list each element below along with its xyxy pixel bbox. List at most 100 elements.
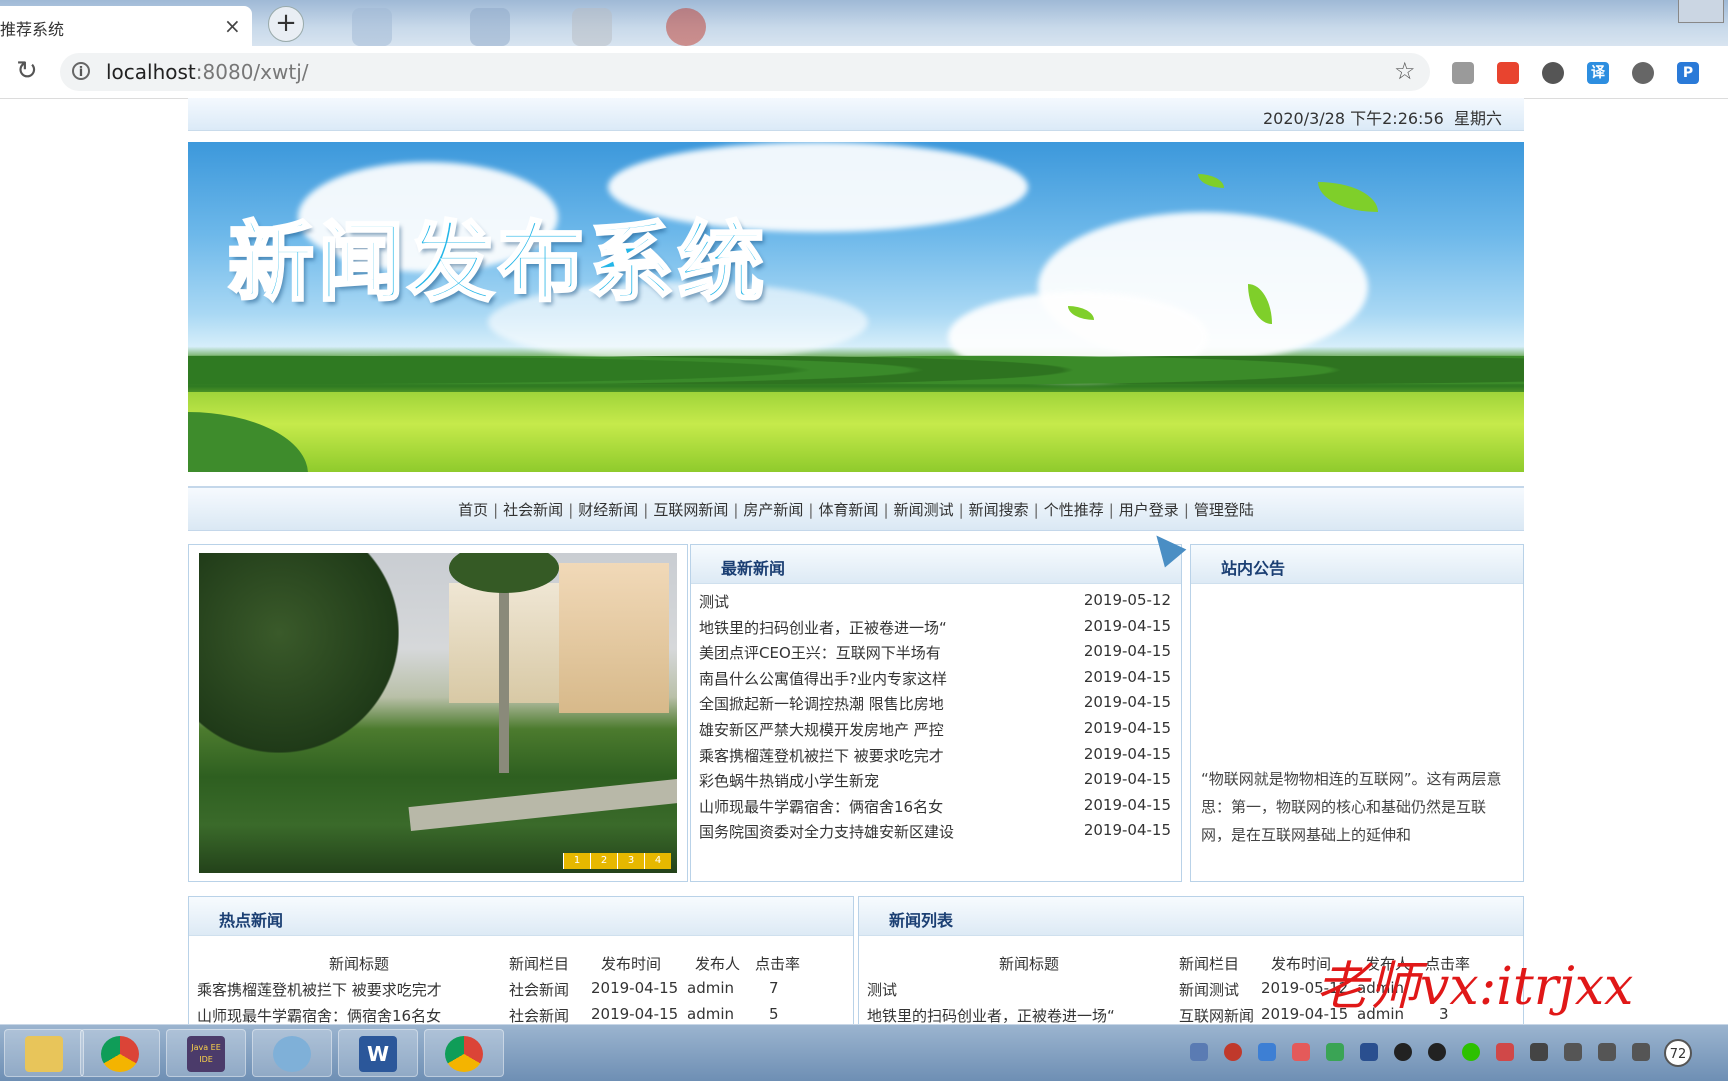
bookmark-star-icon[interactable]: ☆ (1394, 57, 1416, 85)
news-row[interactable]: 乘客携榴莲登机被拦下 被要求吃完才 2019-04-15 (699, 745, 1177, 771)
info-icon[interactable]: i (72, 62, 90, 80)
table-cell-title[interactable]: 乘客携榴莲登机被拦下 被要求吃完才 (197, 979, 442, 1000)
column-header: 新闻栏目 (509, 955, 570, 973)
qq-icon[interactable] (1428, 1043, 1446, 1061)
cloud-icon[interactable] (1542, 62, 1564, 84)
volume-icon[interactable] (1564, 1043, 1582, 1061)
news-row[interactable]: 美团点评CEO王兴：互联网下半场有 2019-04-15 (699, 642, 1177, 668)
tray-icon[interactable] (1292, 1043, 1310, 1061)
nav-separator: | (883, 501, 889, 519)
treeline (188, 337, 1524, 392)
bluetooth-icon[interactable] (1360, 1043, 1378, 1061)
taskbar-chrome[interactable] (424, 1029, 504, 1077)
window-minimize-button[interactable] (1678, 0, 1724, 23)
news-title[interactable]: 南昌什么公寓值得出手?业内专家这样 (699, 670, 947, 688)
nav-separator: | (733, 501, 739, 519)
nav-link[interactable]: 新闻测试 (894, 501, 954, 519)
chrome-icon (445, 1036, 483, 1072)
tray-icon[interactable] (1190, 1043, 1208, 1061)
wechat-icon[interactable] (1462, 1043, 1480, 1061)
translate-icon[interactable]: 译 (1587, 62, 1609, 84)
news-row[interactable]: 全国掀起新一轮调控热潮 限售比房地 2019-04-15 (699, 693, 1177, 719)
nav-link[interactable]: 房产新闻 (743, 501, 803, 519)
news-row[interactable]: 南昌什么公寓值得出手?业内专家这样 2019-04-15 (699, 668, 1177, 694)
taskbar-dolphin[interactable] (252, 1029, 332, 1077)
flash-icon[interactable] (1224, 1043, 1242, 1061)
news-title[interactable]: 乘客携榴莲登机被拦下 被要求吃完才 (699, 747, 944, 765)
slide-number[interactable]: 3 (617, 853, 644, 869)
nav-link[interactable]: 体育新闻 (818, 501, 878, 519)
grid-icon[interactable] (1452, 62, 1474, 84)
tray-icon[interactable] (1496, 1043, 1514, 1061)
news-title[interactable]: 地铁里的扫码创业者，正被卷进一场“ (699, 619, 947, 637)
news-date: 2019-04-15 (1083, 616, 1171, 635)
news-title[interactable]: 美团点评CEO王兴：互联网下半场有 (699, 644, 941, 662)
news-title[interactable]: 山师现最牛学霸宿舍：俩宿舍16名女 (699, 798, 943, 816)
notification-badge[interactable]: 72 (1664, 1039, 1692, 1067)
table-cell-title[interactable]: 山师现最牛学霸宿舍：俩宿舍16名女 (197, 1005, 441, 1026)
reload-icon[interactable]: ↻ (16, 56, 38, 86)
news-title[interactable]: 彩色蜗牛热销成小学生新宠 (699, 772, 879, 790)
panel-title: 新闻列表 (889, 911, 954, 930)
nav-link[interactable]: 首页 (458, 501, 488, 519)
new-tab-button[interactable]: + (268, 6, 304, 42)
pocket-icon[interactable]: P (1677, 62, 1699, 84)
browser-tab[interactable]: 推荐系统 × (0, 6, 252, 46)
url-text[interactable]: localhost:8080/xwtj/ (106, 60, 309, 84)
notice-panel: 站内公告 “物联网就是物物相连的互联网”。这有两层意思：第一，物联网的核心和基础… (1190, 544, 1524, 882)
close-icon[interactable]: × (224, 14, 241, 38)
desktop-icon (572, 8, 612, 46)
news-row[interactable]: 山师现最牛学霸宿舍：俩宿舍16名女 2019-04-15 (699, 796, 1177, 822)
column-header: 发布人 (695, 955, 741, 973)
nav-link[interactable]: 用户登录 (1119, 501, 1179, 519)
column-header: 点击率 (755, 955, 801, 973)
taskbar-explorer[interactable] (4, 1029, 84, 1077)
table-cell-title[interactable]: 地铁里的扫码创业者，正被卷进一场“ (867, 1005, 1115, 1026)
taskbar-word[interactable]: W (338, 1029, 418, 1077)
news-date: 2019-04-15 (1083, 667, 1171, 686)
nav-link[interactable]: 社会新闻 (503, 501, 563, 519)
news-title[interactable]: 全国掀起新一轮调控热潮 限售比房地 (699, 695, 944, 713)
qq-icon[interactable] (1394, 1043, 1412, 1061)
news-row[interactable]: 地铁里的扫码创业者，正被卷进一场“ 2019-04-15 (699, 617, 1177, 643)
nav-link[interactable]: 新闻搜索 (969, 501, 1029, 519)
desktop-icon (470, 8, 510, 46)
tray-icon[interactable] (1598, 1043, 1616, 1061)
javaee-ide-icon: Java EE IDE (187, 1036, 225, 1072)
nav-link[interactable]: 个性推荐 (1044, 501, 1104, 519)
tray-icon[interactable] (1632, 1043, 1650, 1061)
news-date: 2019-04-15 (1083, 821, 1171, 840)
news-row[interactable]: 彩色蜗牛热销成小学生新宠 2019-04-15 (699, 770, 1177, 796)
site-banner: 新闻发布系统 (188, 142, 1524, 472)
nav-separator: | (568, 501, 574, 519)
news-date: 2019-04-15 (1083, 719, 1171, 737)
notice-text: “物联网就是物物相连的互联网”。这有两层意思：第一，物联网的核心和基础仍然是互联… (1201, 770, 1502, 844)
news-row[interactable]: 雄安新区严禁大规模开发房地产 严控 2019-04-15 (699, 719, 1177, 745)
main-nav: 首页 | 社会新闻 | 财经新闻 | 互联网新闻 | 房产新闻 | 体育新闻 | 新闻测试 | 新闻搜索 | 个… (188, 486, 1524, 531)
column-header: 新闻标题 (999, 955, 1060, 973)
nav-link[interactable]: 财经新闻 (578, 501, 638, 519)
network-icon[interactable] (1530, 1043, 1548, 1061)
address-bar-row: ↻ i localhost:8080/xwtj/ ☆ 译 P (0, 46, 1728, 99)
taskbar-javaee-ide[interactable]: Java EE IDE (166, 1029, 246, 1077)
news-row[interactable]: 测试 2019-05-12 (699, 591, 1177, 617)
shield-icon[interactable] (1258, 1043, 1276, 1061)
leaf (1198, 174, 1224, 188)
slide-number[interactable]: 2 (590, 853, 617, 869)
news-row[interactable]: 国务院国资委对全力支持雄安新区建设 2019-04-15 (699, 821, 1177, 847)
nav-link[interactable]: 互联网新闻 (653, 501, 728, 519)
slide-number[interactable]: 4 (644, 853, 671, 869)
nav-link[interactable]: 管理登陆 (1194, 501, 1254, 519)
news-title[interactable]: 测试 (699, 593, 729, 611)
news-title[interactable]: 国务院国资委对全力支持雄安新区建设 (699, 823, 954, 841)
settings-icon[interactable] (1632, 62, 1654, 84)
news-title[interactable]: 雄安新区严禁大规模开发房地产 严控 (699, 721, 944, 739)
table-cell: admin (687, 1005, 734, 1023)
slide-number[interactable]: 1 (563, 853, 590, 869)
table-cell-title[interactable]: 测试 (867, 979, 897, 1000)
tomato-icon[interactable] (1497, 62, 1519, 84)
omnibox[interactable]: i localhost:8080/xwtj/ ☆ (60, 53, 1430, 91)
taskbar-chrome[interactable] (80, 1029, 160, 1077)
tray-icon[interactable] (1326, 1043, 1344, 1061)
dolphin-icon (273, 1036, 311, 1072)
